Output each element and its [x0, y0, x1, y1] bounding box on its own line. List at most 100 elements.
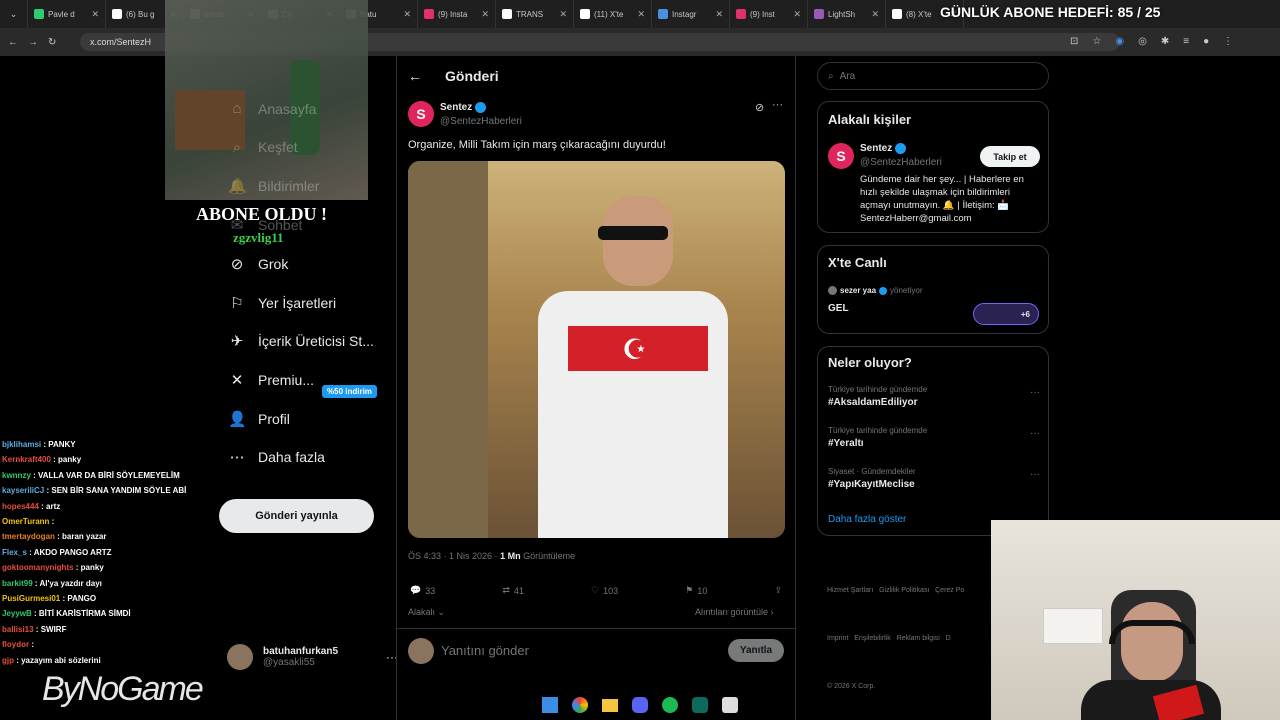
- trend-more-icon[interactable]: ···: [1030, 428, 1040, 439]
- trend-context: Siyaset · Gündemdekiler: [828, 467, 916, 476]
- live-name[interactable]: GEL: [828, 303, 849, 314]
- browser-tab[interactable]: (11) X'te ✕: [574, 0, 652, 28]
- chat-text: : yazayım abi sözlerini: [14, 655, 101, 665]
- author-name-row[interactable]: Sentez: [440, 102, 487, 113]
- chat-user: tmertaydogan: [2, 532, 55, 542]
- share-icon[interactable]: ⇪: [774, 585, 782, 596]
- nav-item-9[interactable]: ⋯ Daha fazla: [228, 448, 325, 466]
- app-icon[interactable]: [692, 697, 708, 713]
- nav-item-6[interactable]: ✈ İçerik Üreticisi St...: [228, 332, 374, 350]
- chrome-icon[interactable]: [572, 697, 588, 713]
- view-quotes-link[interactable]: Alıntıları görüntüle ›: [695, 607, 774, 617]
- tab-close-icon[interactable]: ✕: [793, 9, 801, 20]
- media-icon[interactable]: ≡: [1183, 36, 1189, 47]
- profile-avatar-icon[interactable]: ●: [1203, 36, 1209, 47]
- tab-close-icon[interactable]: ✕: [871, 9, 879, 20]
- related-avatar[interactable]: S: [828, 143, 854, 169]
- tab-search-button[interactable]: ⌄: [0, 0, 28, 28]
- account-switcher[interactable]: batuhanfurkan5 @yasakli55 ···: [227, 644, 398, 670]
- puzzle-icon[interactable]: ✱: [1161, 36, 1169, 47]
- nav-item-5[interactable]: ⚐ Yer İşaretleri: [228, 294, 336, 312]
- back-icon[interactable]: ←: [8, 37, 18, 48]
- post-actions: 💬 33 ⇄ 41 ♡ 103 ⚑ 10 ⇪: [410, 585, 782, 596]
- tab-close-icon[interactable]: ✕: [559, 9, 567, 20]
- chat-user: gjp: [2, 655, 14, 665]
- nav-label: Grok: [258, 255, 289, 272]
- spotify-icon[interactable]: [662, 697, 678, 713]
- nav-item-3[interactable]: ✉ Sohbet: [228, 216, 303, 234]
- chat-user: kayseriliCJ: [2, 486, 45, 496]
- author-avatar[interactable]: S: [408, 101, 434, 127]
- subscriber-goal-overlay: GÜNLÜK ABONE HEDEFİ: 85 / 25: [940, 4, 1161, 20]
- bookmark-count: 10: [697, 585, 708, 596]
- menu-icon[interactable]: ⋮: [1223, 36, 1233, 47]
- browser-tab[interactable]: Instagr ✕: [652, 0, 730, 28]
- browser-tab[interactable]: (9) Insta ✕: [418, 0, 496, 28]
- nav-item-8[interactable]: 👤 Profil: [228, 410, 290, 428]
- nav-item-7[interactable]: ✕ Premiu...: [228, 371, 314, 389]
- footer-line-1[interactable]: Hizmet Şartları Gizlilik Politikası Çere…: [827, 583, 964, 599]
- trend-item[interactable]: Türkiye tarihinde gündemde #Yeraltı ···: [828, 426, 1040, 449]
- show-more-link[interactable]: Daha fazla göster: [828, 514, 906, 525]
- bookmark-star-icon[interactable]: ☆: [1092, 36, 1101, 47]
- search-input[interactable]: ⌕ Ara: [817, 62, 1049, 90]
- trend-item[interactable]: Türkiye tarihinde gündemde #AksaldamEdili…: [828, 385, 1040, 408]
- reload-icon[interactable]: ↻: [48, 37, 56, 48]
- bookmark-action[interactable]: ⚑ 10: [685, 585, 707, 596]
- post-image[interactable]: ☪: [408, 161, 785, 538]
- repost-action[interactable]: ⇄ 41: [502, 585, 524, 596]
- chat-message: gjp : yazayım abi sözlerini: [2, 656, 101, 665]
- trend-item[interactable]: Siyaset · Gündemdekiler #YapıKayıtMeclise…: [828, 467, 1040, 490]
- like-action[interactable]: ♡ 103: [591, 585, 618, 596]
- account-name: batuhanfurkan5: [263, 646, 339, 657]
- chat-message: bjklihamsi : PANKY: [2, 440, 76, 449]
- post-views: 1 Mn: [500, 551, 521, 561]
- grok-icon[interactable]: ⊘: [755, 101, 764, 114]
- reply-action[interactable]: 💬 33: [410, 585, 435, 596]
- back-arrow-icon[interactable]: ←: [408, 68, 422, 84]
- tab-close-icon[interactable]: ✕: [715, 9, 723, 20]
- live-participants[interactable]: +6: [973, 303, 1039, 325]
- notifications-icon: 🔔: [228, 178, 247, 196]
- nav-item-1[interactable]: ⌕ Keşfet: [228, 139, 298, 156]
- file-explorer-icon[interactable]: [602, 698, 618, 712]
- live-host-row[interactable]: sezer yaa yönetiyor: [828, 286, 923, 295]
- reply-input[interactable]: Yanıtını gönder: [441, 643, 529, 658]
- browser-tab[interactable]: TRANS ✕: [496, 0, 574, 28]
- nav-item-4[interactable]: ⊘ Grok: [228, 255, 289, 273]
- tab-favicon-icon: [502, 9, 512, 19]
- nav-item-0[interactable]: ⌂ Anasayfa: [228, 100, 316, 117]
- forward-icon[interactable]: →: [28, 37, 38, 48]
- windows-start-icon[interactable]: [542, 697, 558, 713]
- browser-tab[interactable]: LightSh ✕: [808, 0, 886, 28]
- tab-close-icon[interactable]: ✕: [481, 9, 489, 20]
- reply-button[interactable]: Yanıtla: [728, 639, 784, 662]
- tab-close-icon[interactable]: ✕: [637, 9, 645, 20]
- post-views-label: Görüntüleme: [523, 551, 576, 561]
- nav-item-2[interactable]: 🔔 Bildirimler: [228, 177, 319, 195]
- chat-text: : artz: [38, 501, 61, 511]
- store-icon[interactable]: [722, 697, 738, 713]
- tab-close-icon[interactable]: ✕: [403, 9, 411, 20]
- live-count: +6: [1020, 309, 1030, 319]
- browser-tab[interactable]: (9) Inst ✕: [730, 0, 808, 28]
- chat-text: : panky: [73, 563, 104, 573]
- trend-more-icon[interactable]: ···: [1030, 387, 1040, 398]
- vpn-icon[interactable]: ◎: [1138, 36, 1147, 47]
- chat-message: ballisi13 : SWIRF: [2, 625, 66, 634]
- extension-icon[interactable]: ◉: [1115, 36, 1124, 47]
- chat-text: : PANGO: [60, 594, 97, 603]
- relevance-selector[interactable]: Alakalı ⌄: [408, 607, 445, 618]
- footer-line-2[interactable]: Imprint Erişilebilirlik Reklam bilgisi D: [827, 631, 964, 647]
- post-button[interactable]: Gönderi yayınla: [219, 499, 374, 533]
- install-icon[interactable]: ⊡: [1070, 36, 1078, 47]
- browser-tab[interactable]: Pavle d ✕: [28, 0, 106, 28]
- discord-icon[interactable]: [632, 697, 648, 713]
- live-host: sezer yaa: [840, 286, 877, 295]
- post-more-icon[interactable]: ···: [772, 99, 783, 111]
- related-name-row[interactable]: Sentez: [860, 143, 907, 154]
- tab-favicon-icon: [736, 9, 746, 19]
- tab-close-icon[interactable]: ✕: [91, 9, 99, 20]
- follow-button[interactable]: Takip et: [980, 146, 1040, 167]
- trend-more-icon[interactable]: ···: [1030, 469, 1040, 480]
